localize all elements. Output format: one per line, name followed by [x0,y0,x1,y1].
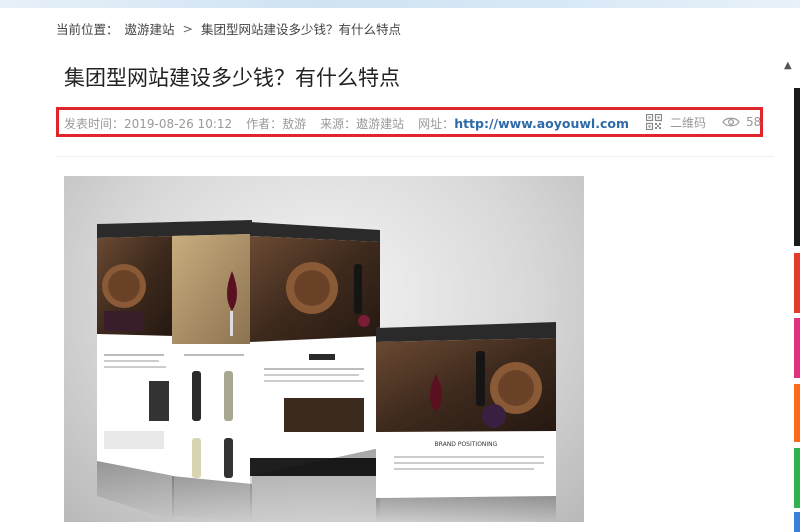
eye-icon [722,117,740,127]
breadcrumb-separator: > [182,20,194,36]
content-divider [56,156,774,157]
mockup-caption: BRAND POSITIONING [435,441,498,448]
breadcrumb: 当前位置： 遨游建站 > 集团型网站建设多少钱？有什么特点 [56,18,401,38]
breadcrumb-label: 当前位置： [56,21,119,37]
right-side-color-strip [794,0,800,532]
source: 来源：遨游建站 [320,116,405,131]
site-url-link[interactable]: http://www.aoyouwl.com [454,116,629,131]
qr-code-label[interactable]: 二维码 [670,114,706,131]
top-banner [0,0,800,8]
article-image: BRAND POSITIONING [64,176,584,522]
website-mockup-illustration: BRAND POSITIONING [97,220,556,522]
publish-time: 发表时间：2019-08-26 10:12 [64,116,233,131]
author: 作者：敖游 [246,116,307,131]
mockup-page-4: BRAND POSITIONING [376,322,556,522]
view-count: 58 [746,115,762,129]
mockup-page-1 [97,222,174,521]
scroll-up-arrow[interactable]: ▲ [784,60,792,71]
breadcrumb-home-link[interactable]: 遨游建站 [125,19,175,38]
breadcrumb-current-link[interactable]: 集团型网站建设多少钱？有什么特点 [201,19,401,38]
article-meta: 发表时间：2019-08-26 10:12 作者：敖游 来源：遨游建站 网址： … [64,115,629,131]
mockup-page-3 [250,222,380,522]
page-title: 集团型网站建设多少钱？有什么特点 [64,66,400,90]
mockup-page-2 [172,220,252,522]
meta-actions: 二维码 58 [646,113,761,131]
url-label: 网址： [418,116,455,131]
qr-code-icon[interactable] [646,114,662,130]
